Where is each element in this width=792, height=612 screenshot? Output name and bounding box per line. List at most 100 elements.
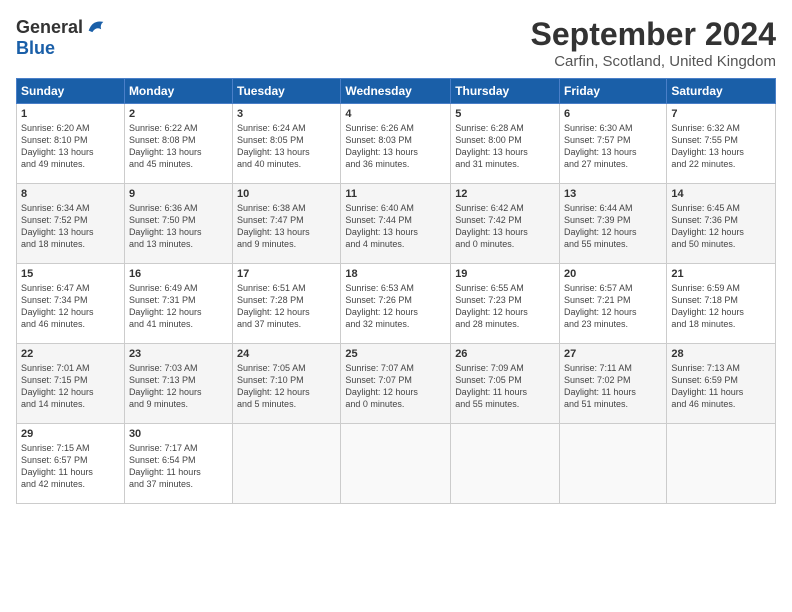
day-content: Sunrise: 6:49 AM Sunset: 7:31 PM Dayligh… <box>129 282 228 331</box>
calendar-cell <box>667 424 776 504</box>
day-number: 29 <box>21 428 120 440</box>
col-header-monday: Monday <box>124 79 232 104</box>
logo-general: General <box>16 17 83 38</box>
calendar-cell: 1 Sunrise: 6:20 AM Sunset: 8:10 PM Daylig… <box>17 104 125 184</box>
header: General Blue September 2024 Carfin, Scot… <box>16 16 776 70</box>
day-content: Sunrise: 6:45 AM Sunset: 7:36 PM Dayligh… <box>671 202 771 251</box>
page: General Blue September 2024 Carfin, Scot… <box>0 0 792 612</box>
calendar-cell: 14 Sunrise: 6:45 AM Sunset: 7:36 PM Dayli… <box>667 184 776 264</box>
calendar-cell: 4 Sunrise: 6:26 AM Sunset: 8:03 PM Daylig… <box>341 104 451 184</box>
day-number: 3 <box>237 108 336 120</box>
day-content: Sunrise: 6:59 AM Sunset: 7:18 PM Dayligh… <box>671 282 771 331</box>
day-content: Sunrise: 7:13 AM Sunset: 6:59 PM Dayligh… <box>671 362 771 411</box>
logo: General Blue <box>16 16 107 59</box>
calendar-cell: 16 Sunrise: 6:49 AM Sunset: 7:31 PM Dayli… <box>124 264 232 344</box>
day-number: 4 <box>345 108 446 120</box>
calendar-cell: 2 Sunrise: 6:22 AM Sunset: 8:08 PM Daylig… <box>124 104 232 184</box>
day-content: Sunrise: 7:05 AM Sunset: 7:10 PM Dayligh… <box>237 362 336 411</box>
day-content: Sunrise: 6:20 AM Sunset: 8:10 PM Dayligh… <box>21 122 120 171</box>
title-section: September 2024 Carfin, Scotland, United … <box>531 16 776 70</box>
calendar-cell: 7 Sunrise: 6:32 AM Sunset: 7:55 PM Daylig… <box>667 104 776 184</box>
day-content: Sunrise: 6:36 AM Sunset: 7:50 PM Dayligh… <box>129 202 228 251</box>
day-number: 2 <box>129 108 228 120</box>
day-content: Sunrise: 7:17 AM Sunset: 6:54 PM Dayligh… <box>129 442 228 491</box>
month-title: September 2024 <box>531 16 776 53</box>
day-content: Sunrise: 7:11 AM Sunset: 7:02 PM Dayligh… <box>564 362 662 411</box>
day-content: Sunrise: 6:53 AM Sunset: 7:26 PM Dayligh… <box>345 282 446 331</box>
day-number: 26 <box>455 348 555 360</box>
calendar-cell: 25 Sunrise: 7:07 AM Sunset: 7:07 PM Dayli… <box>341 344 451 424</box>
day-content: Sunrise: 6:57 AM Sunset: 7:21 PM Dayligh… <box>564 282 662 331</box>
day-number: 16 <box>129 268 228 280</box>
day-content: Sunrise: 7:15 AM Sunset: 6:57 PM Dayligh… <box>21 442 120 491</box>
calendar-cell: 18Sunrise: 6:53 AM Sunset: 7:26 PM Dayli… <box>341 264 451 344</box>
col-header-sunday: Sunday <box>17 79 125 104</box>
day-content: Sunrise: 6:30 AM Sunset: 7:57 PM Dayligh… <box>564 122 662 171</box>
day-content: Sunrise: 6:26 AM Sunset: 8:03 PM Dayligh… <box>345 122 446 171</box>
day-content: Sunrise: 6:44 AM Sunset: 7:39 PM Dayligh… <box>564 202 662 251</box>
day-number: 12 <box>455 188 555 200</box>
calendar-cell: 6 Sunrise: 6:30 AM Sunset: 7:57 PM Daylig… <box>560 104 667 184</box>
day-number: 14 <box>671 188 771 200</box>
calendar-table: SundayMondayTuesdayWednesdayThursdayFrid… <box>16 78 776 504</box>
day-number: 9 <box>129 188 228 200</box>
day-number: 17 <box>237 268 336 280</box>
calendar-cell: 12Sunrise: 6:42 AM Sunset: 7:42 PM Dayli… <box>451 184 560 264</box>
day-content: Sunrise: 6:22 AM Sunset: 8:08 PM Dayligh… <box>129 122 228 171</box>
day-number: 5 <box>455 108 555 120</box>
day-content: Sunrise: 6:40 AM Sunset: 7:44 PM Dayligh… <box>345 202 446 251</box>
col-header-wednesday: Wednesday <box>341 79 451 104</box>
day-number: 11 <box>345 188 446 200</box>
day-number: 1 <box>21 108 120 120</box>
calendar-cell: 24 Sunrise: 7:05 AM Sunset: 7:10 PM Dayli… <box>233 344 341 424</box>
day-number: 25 <box>345 348 446 360</box>
day-number: 30 <box>129 428 228 440</box>
calendar-cell: 8 Sunrise: 6:34 AM Sunset: 7:52 PM Daylig… <box>17 184 125 264</box>
calendar-cell: 30 Sunrise: 7:17 AM Sunset: 6:54 PM Dayli… <box>124 424 232 504</box>
calendar-cell: 11 Sunrise: 6:40 AM Sunset: 7:44 PM Dayli… <box>341 184 451 264</box>
day-content: Sunrise: 7:07 AM Sunset: 7:07 PM Dayligh… <box>345 362 446 411</box>
day-number: 19 <box>455 268 555 280</box>
day-content: Sunrise: 6:38 AM Sunset: 7:47 PM Dayligh… <box>237 202 336 251</box>
day-number: 10 <box>237 188 336 200</box>
day-content: Sunrise: 6:32 AM Sunset: 7:55 PM Dayligh… <box>671 122 771 171</box>
calendar-cell: 15 Sunrise: 6:47 AM Sunset: 7:34 PM Dayli… <box>17 264 125 344</box>
day-number: 28 <box>671 348 771 360</box>
calendar-cell: 19 Sunrise: 6:55 AM Sunset: 7:23 PM Dayli… <box>451 264 560 344</box>
day-number: 23 <box>129 348 228 360</box>
location-subtitle: Carfin, Scotland, United Kingdom <box>531 53 776 70</box>
col-header-thursday: Thursday <box>451 79 560 104</box>
calendar-cell <box>560 424 667 504</box>
col-header-tuesday: Tuesday <box>233 79 341 104</box>
day-content: Sunrise: 6:34 AM Sunset: 7:52 PM Dayligh… <box>21 202 120 251</box>
calendar-cell: 17Sunrise: 6:51 AM Sunset: 7:28 PM Dayli… <box>233 264 341 344</box>
day-content: Sunrise: 6:28 AM Sunset: 8:00 PM Dayligh… <box>455 122 555 171</box>
calendar-cell: 20 Sunrise: 6:57 AM Sunset: 7:21 PM Dayli… <box>560 264 667 344</box>
col-header-saturday: Saturday <box>667 79 776 104</box>
day-number: 6 <box>564 108 662 120</box>
calendar-cell: 10 Sunrise: 6:38 AM Sunset: 7:47 PM Dayli… <box>233 184 341 264</box>
day-content: Sunrise: 7:03 AM Sunset: 7:13 PM Dayligh… <box>129 362 228 411</box>
day-content: Sunrise: 6:24 AM Sunset: 8:05 PM Dayligh… <box>237 122 336 171</box>
col-header-friday: Friday <box>560 79 667 104</box>
logo-blue: Blue <box>16 38 55 59</box>
calendar-cell <box>233 424 341 504</box>
calendar-cell: 9 Sunrise: 6:36 AM Sunset: 7:50 PM Daylig… <box>124 184 232 264</box>
day-content: Sunrise: 6:47 AM Sunset: 7:34 PM Dayligh… <box>21 282 120 331</box>
day-number: 8 <box>21 188 120 200</box>
calendar-cell: 27 Sunrise: 7:11 AM Sunset: 7:02 PM Dayli… <box>560 344 667 424</box>
calendar-cell: 13 Sunrise: 6:44 AM Sunset: 7:39 PM Dayli… <box>560 184 667 264</box>
calendar-cell <box>341 424 451 504</box>
day-number: 22 <box>21 348 120 360</box>
calendar-cell: 21Sunrise: 6:59 AM Sunset: 7:18 PM Dayli… <box>667 264 776 344</box>
day-number: 7 <box>671 108 771 120</box>
day-number: 20 <box>564 268 662 280</box>
day-number: 24 <box>237 348 336 360</box>
calendar-cell <box>451 424 560 504</box>
day-number: 13 <box>564 188 662 200</box>
calendar-cell: 3 Sunrise: 6:24 AM Sunset: 8:05 PM Daylig… <box>233 104 341 184</box>
day-number: 15 <box>21 268 120 280</box>
day-content: Sunrise: 6:55 AM Sunset: 7:23 PM Dayligh… <box>455 282 555 331</box>
day-number: 27 <box>564 348 662 360</box>
calendar-cell: 28 Sunrise: 7:13 AM Sunset: 6:59 PM Dayli… <box>667 344 776 424</box>
